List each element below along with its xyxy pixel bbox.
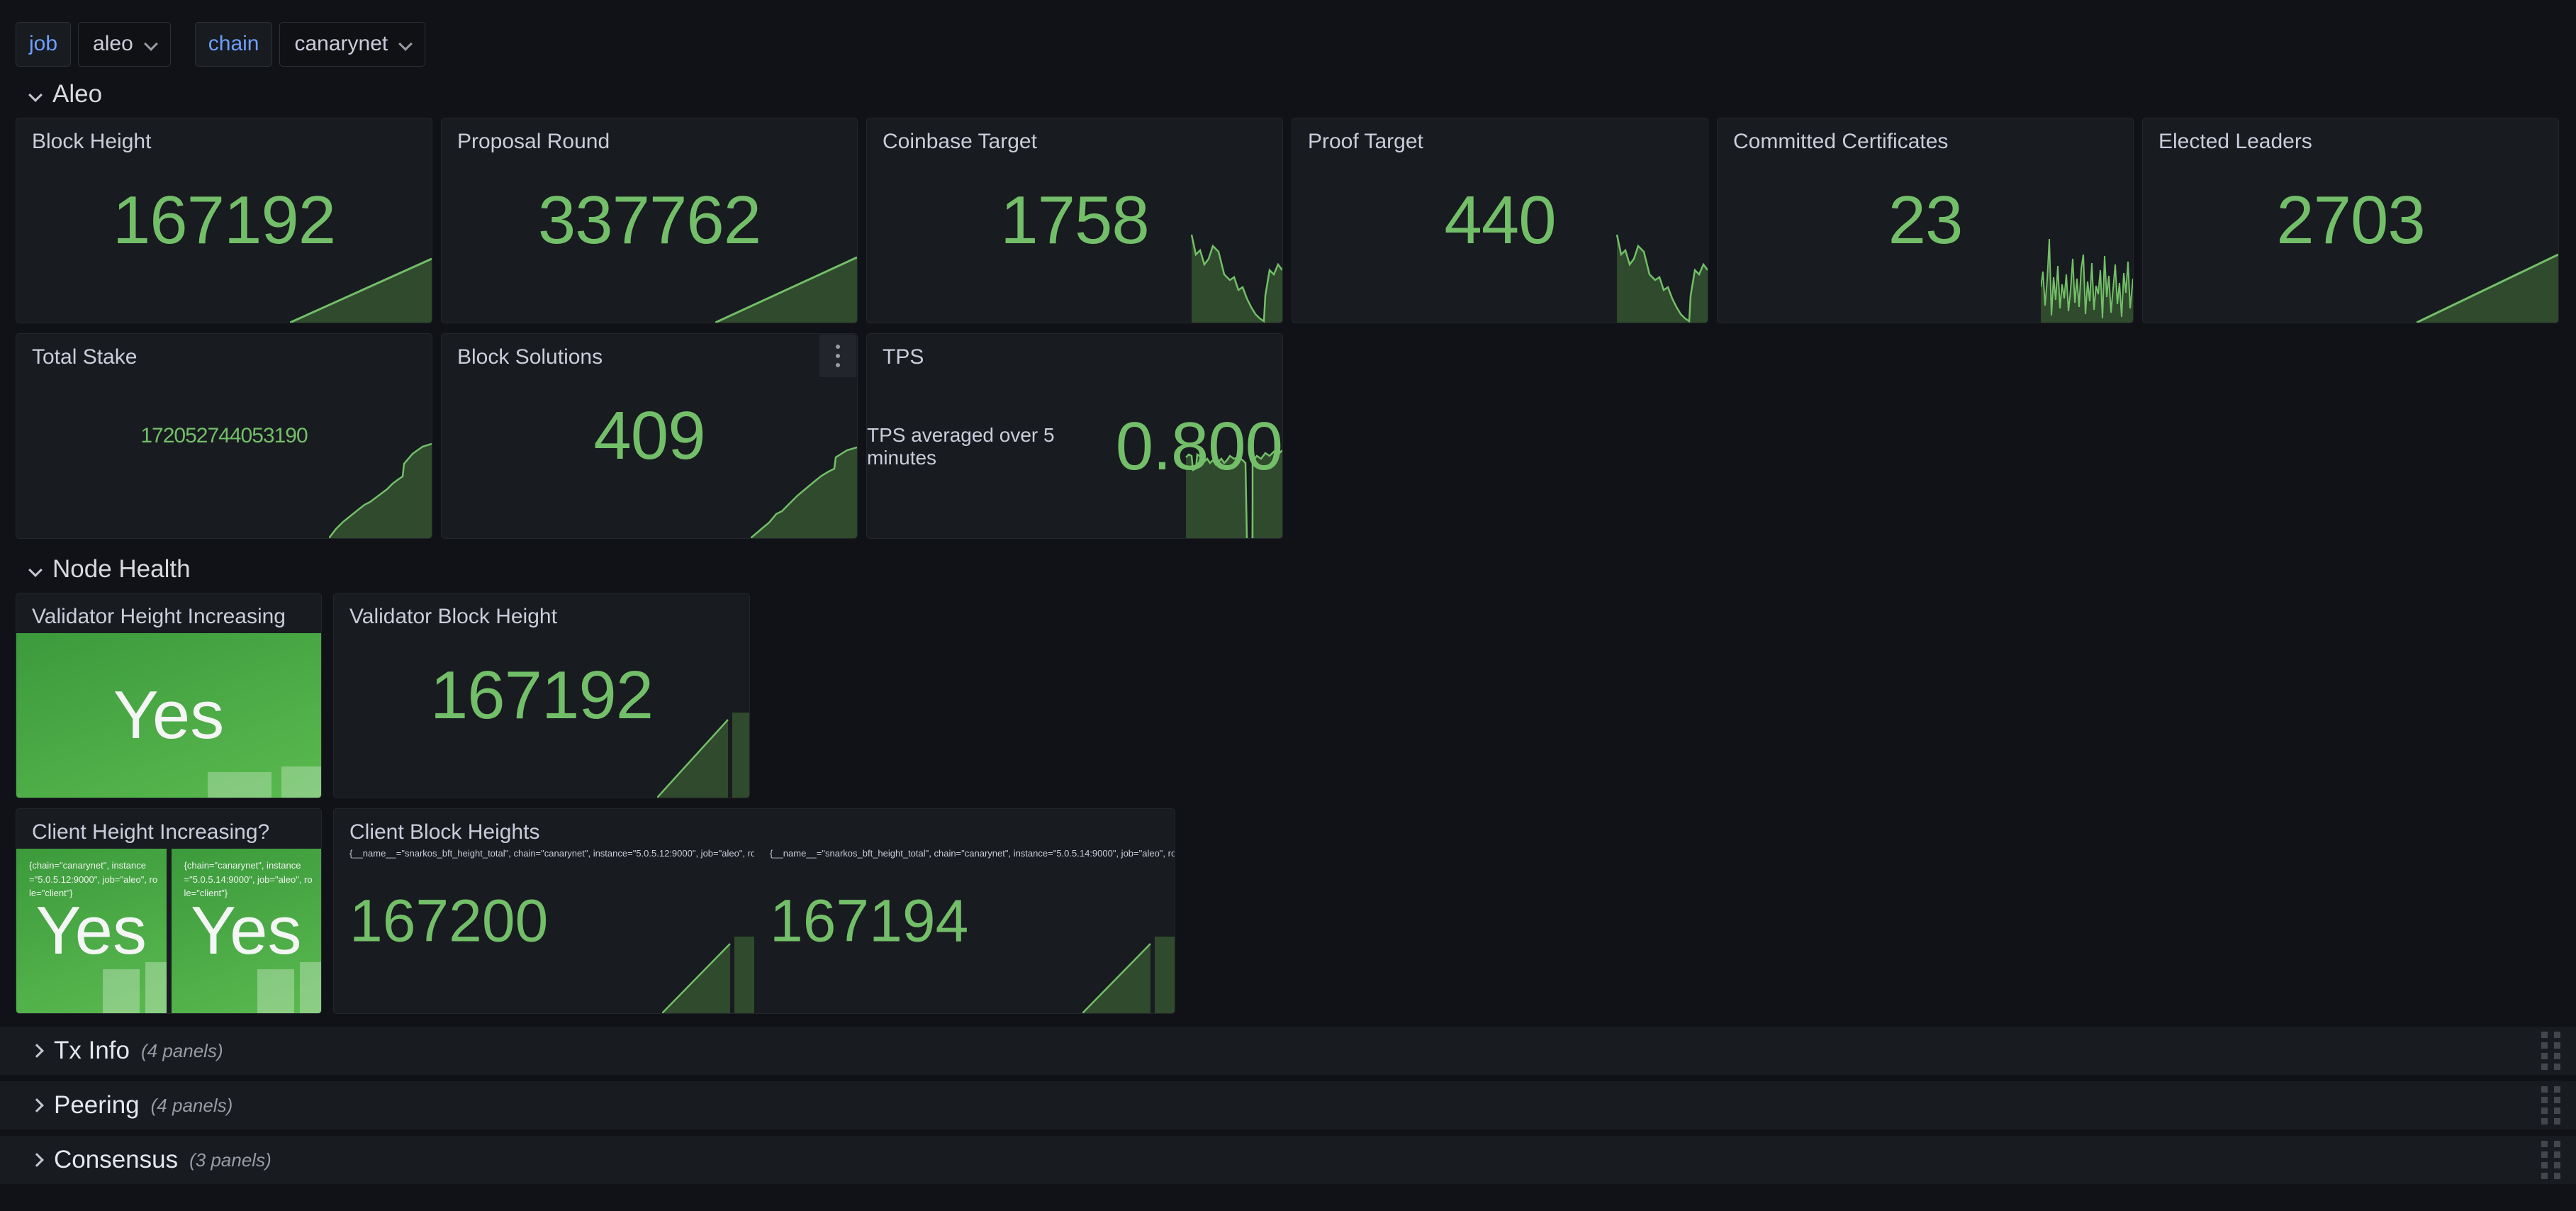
variable-job-select[interactable]: aleo bbox=[78, 21, 171, 67]
panel-total-stake[interactable]: Total Stake 172052744053190 bbox=[16, 333, 432, 539]
row-title: Tx Info bbox=[54, 1037, 130, 1064]
row-header-aleo[interactable]: Aleo bbox=[0, 77, 2576, 112]
panel-tps[interactable]: TPS TPS averaged over 5 minutes 0.800 bbox=[866, 333, 1283, 539]
panel-body: 440 bbox=[1292, 118, 1708, 323]
stat-value: 440 bbox=[1444, 182, 1556, 258]
panel-client-block-heights[interactable]: Client Block Heights {__name__="snarkos_… bbox=[333, 808, 1175, 1014]
stat-value: 337762 bbox=[537, 182, 761, 258]
stat-value: 167192 bbox=[112, 182, 336, 258]
variable-chain-select[interactable]: canarynet bbox=[279, 21, 426, 67]
stat-value: 167194 bbox=[770, 887, 969, 954]
node-health-panel-grid: Validator Height Increasing Yes Validato… bbox=[0, 587, 2576, 1027]
stat-value: Yes bbox=[190, 893, 302, 969]
row-panel-count: (4 panels) bbox=[140, 1039, 223, 1061]
status-tile: Yes bbox=[16, 633, 321, 798]
stat-value: Yes bbox=[35, 893, 147, 969]
sparkline-validator-height bbox=[208, 766, 321, 798]
row-title: Consensus bbox=[54, 1146, 179, 1173]
chevron-down-icon bbox=[28, 87, 43, 101]
panel-proof-target[interactable]: Proof Target 440 bbox=[1292, 118, 1708, 323]
panel-coinbase-target[interactable]: Coinbase Target 1758 bbox=[866, 118, 1283, 323]
panel-validator-height-increasing[interactable]: Validator Height Increasing Yes bbox=[16, 593, 322, 798]
row-title: Node Health bbox=[52, 555, 191, 583]
panel-body: 172052744053190 bbox=[16, 334, 432, 538]
chevron-down-icon bbox=[145, 38, 157, 50]
collapsed-rows-container: Tx Info (4 panels) Peering (4 panels) Co… bbox=[0, 1027, 2576, 1184]
metric-label: {chain="canarynet", instance="5.0.5.14:9… bbox=[184, 860, 313, 898]
variable-chain: chain canarynet bbox=[194, 21, 426, 67]
variable-chain-value: canarynet bbox=[294, 31, 388, 55]
chevron-down-icon bbox=[28, 562, 43, 576]
collapsed-row-peering[interactable]: Peering (4 panels) bbox=[0, 1081, 2576, 1129]
row-title: Aleo bbox=[52, 80, 103, 108]
stat-value: 23 bbox=[1888, 182, 1964, 258]
status-tile: {chain="canarynet", instance="5.0.5.14:9… bbox=[171, 849, 321, 1013]
status-tile: {chain="canarynet", instance="5.0.5.12:9… bbox=[16, 849, 167, 1013]
panel-body: 2703 bbox=[2143, 118, 2558, 323]
row-panel-count: (4 panels) bbox=[150, 1094, 233, 1116]
metric-column: {__name__="snarkos_bft_height_total", ch… bbox=[754, 809, 1175, 1013]
variable-job-value: aleo bbox=[93, 31, 133, 55]
panel-body: 337762 bbox=[442, 118, 857, 323]
stat-value: 167200 bbox=[349, 887, 549, 954]
variable-job-label: job bbox=[16, 21, 72, 67]
panel-validator-block-height[interactable]: Validator Block Height 167192 bbox=[333, 593, 750, 798]
row-title: Peering bbox=[54, 1091, 140, 1119]
stat-value: Yes bbox=[113, 677, 225, 753]
aleo-panel-grid: Block Height 167192 Proposal Round 33776… bbox=[0, 112, 2576, 552]
panel-proposal-round[interactable]: Proposal Round 337762 bbox=[441, 118, 858, 323]
panel-body: 167192 bbox=[334, 593, 749, 798]
panel-title: Client Height Increasing? bbox=[32, 820, 270, 844]
panel-body: 409 bbox=[442, 334, 857, 538]
metric-column: {__name__="snarkos_bft_height_total", ch… bbox=[334, 809, 754, 1013]
variable-chain-label: chain bbox=[194, 21, 273, 67]
drag-handle-icon[interactable] bbox=[2541, 1086, 2560, 1124]
panel-body: TPS averaged over 5 minutes 0.800 bbox=[867, 334, 1282, 538]
panel-body: {chain="canarynet", instance="5.0.5.12:9… bbox=[16, 849, 321, 1013]
collapsed-row-consensus[interactable]: Consensus (3 panels) bbox=[0, 1136, 2576, 1184]
chevron-right-icon bbox=[28, 1098, 43, 1112]
panel-body: 1758 bbox=[867, 118, 1282, 323]
panel-body: {__name__="snarkos_bft_height_total", ch… bbox=[334, 809, 1175, 1013]
template-variables-bar: job aleo chain canarynet bbox=[0, 0, 2576, 77]
panel-title: Validator Height Increasing bbox=[32, 605, 286, 628]
chevron-right-icon bbox=[28, 1153, 43, 1167]
panel-client-height-increasing[interactable]: Client Height Increasing? {chain="canary… bbox=[16, 808, 322, 1014]
collapsed-row-tx-info[interactable]: Tx Info (4 panels) bbox=[0, 1027, 2576, 1075]
sparkline-client-height-0 bbox=[662, 937, 754, 1013]
panel-description: TPS averaged over 5 minutes bbox=[867, 424, 1055, 469]
panel-body: 167192 bbox=[16, 118, 432, 323]
sparkline-client-height-1 bbox=[1082, 937, 1175, 1013]
panel-elected-leaders[interactable]: Elected Leaders 2703 bbox=[2142, 118, 2559, 323]
panel-block-solutions[interactable]: Block Solutions 409 bbox=[441, 333, 858, 539]
panel-body: Yes bbox=[16, 633, 321, 798]
row-header-node-health[interactable]: Node Health bbox=[0, 552, 2576, 587]
stat-value: 409 bbox=[593, 398, 705, 474]
chevron-down-icon bbox=[399, 38, 412, 50]
chevron-right-icon bbox=[28, 1044, 43, 1058]
stat-value: 1758 bbox=[1000, 182, 1150, 258]
metric-label: {chain="canarynet", instance="5.0.5.12:9… bbox=[29, 860, 158, 898]
stat-value: 0.800 bbox=[1115, 408, 1282, 484]
panel-block-height[interactable]: Block Height 167192 bbox=[16, 118, 432, 323]
panel-body: 23 bbox=[1718, 118, 2133, 323]
stat-value: 172052744053190 bbox=[140, 424, 308, 447]
drag-handle-icon[interactable] bbox=[2541, 1141, 2560, 1179]
variable-job: job aleo bbox=[16, 21, 171, 67]
stat-value: 2703 bbox=[2276, 182, 2426, 258]
row-panel-count: (3 panels) bbox=[189, 1149, 271, 1171]
drag-handle-icon[interactable] bbox=[2541, 1032, 2560, 1070]
stat-value: 167192 bbox=[430, 657, 654, 733]
metric-label: {__name__="snarkos_bft_height_total", ch… bbox=[349, 848, 754, 859]
panel-committed-certificates[interactable]: Committed Certificates 23 bbox=[1717, 118, 2134, 323]
metric-label: {__name__="snarkos_bft_height_total", ch… bbox=[770, 848, 1175, 859]
